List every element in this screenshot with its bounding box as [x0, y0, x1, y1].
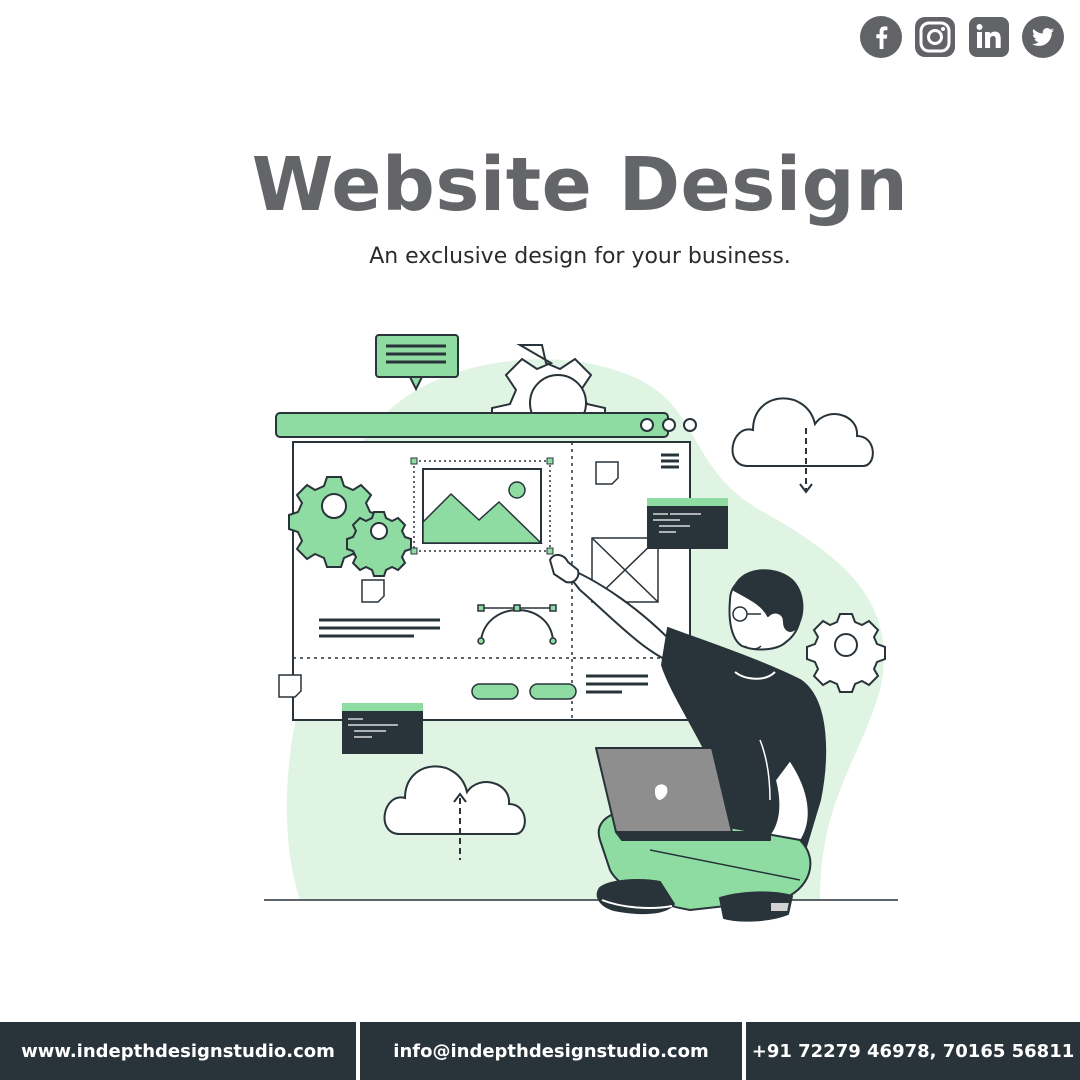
pill-button-shape [529, 683, 577, 700]
note-icon [595, 461, 619, 485]
note-icon [361, 579, 385, 603]
note-icon [278, 674, 302, 698]
image-placeholder-icon [410, 457, 554, 555]
browser-bar [275, 412, 697, 438]
website-link[interactable]: www.indepthdesignstudio.com [0, 1022, 356, 1080]
cloud-download-icon [731, 397, 874, 494]
gear-icon [806, 613, 886, 693]
code-window-icon [647, 498, 728, 549]
browser-window [278, 441, 691, 721]
pill-button-shape [471, 683, 519, 700]
phone-numbers[interactable]: +91 72279 46978, 70165 56811 [746, 1022, 1080, 1080]
code-window-icon [342, 703, 423, 754]
contact-footer: www.indepthdesignstudio.com info@indepth… [0, 1022, 1080, 1080]
website-design-illustration [264, 334, 898, 922]
email-link[interactable]: info@indepthdesignstudio.com [360, 1022, 742, 1080]
